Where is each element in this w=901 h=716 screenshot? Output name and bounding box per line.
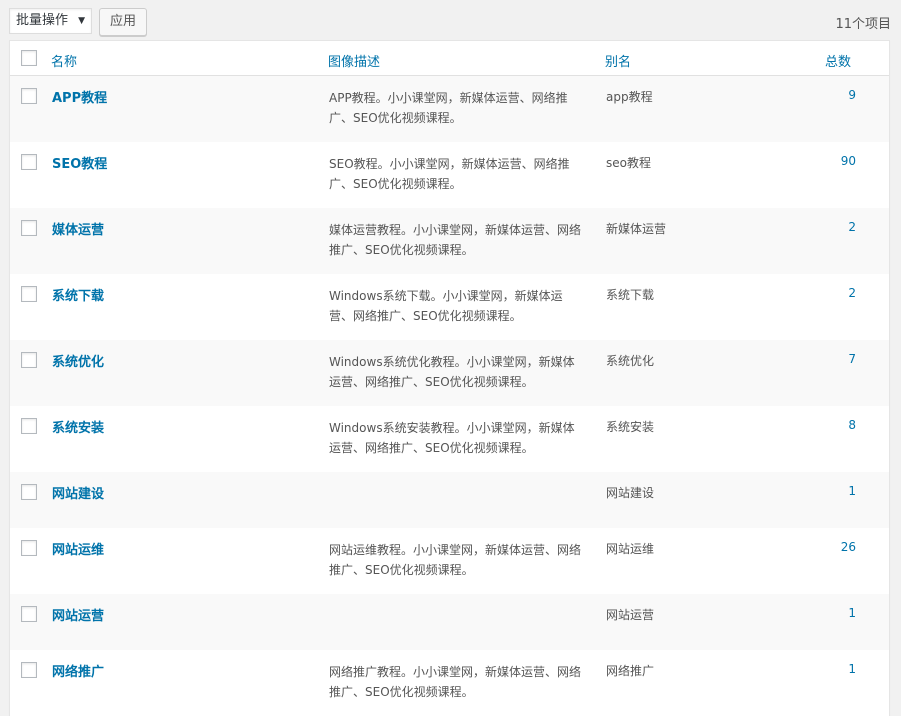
table-header: 名称 图像描述 别名 总数 — [10, 41, 889, 76]
chevron-down-icon: ▼ — [78, 16, 85, 26]
term-slug: 网站运维 — [606, 542, 655, 556]
row-checkbox[interactable] — [21, 418, 37, 434]
row-checkbox[interactable] — [21, 484, 37, 500]
term-slug: seo教程 — [606, 156, 651, 170]
row-checkbox[interactable] — [21, 662, 37, 678]
term-name-link[interactable]: 网站运维 — [52, 539, 104, 558]
apply-button[interactable]: 应用 — [99, 8, 147, 36]
term-name-link[interactable]: 网站运营 — [52, 605, 104, 624]
table-row: 系统安装 Windows系统安装教程。小小课堂网，新媒体运营、网络推广、SEO优… — [10, 406, 889, 472]
column-slug[interactable]: 别名 — [605, 51, 631, 70]
term-description: APP教程。小小课堂网，新媒体运营、网络推广、SEO优化视频课程。 — [329, 91, 568, 125]
table-row: 媒体运营 媒体运营教程。小小课堂网，新媒体运营、网络推广、SEO优化视频课程。 … — [10, 208, 889, 274]
term-slug: 系统优化 — [606, 354, 655, 368]
top-tablenav: 批量操作 ▼ 应用 11个项目 — [0, 0, 901, 40]
term-slug: 系统下载 — [606, 288, 655, 302]
term-slug: 系统安装 — [606, 420, 655, 434]
row-checkbox[interactable] — [21, 352, 37, 368]
column-name[interactable]: 名称 — [51, 51, 77, 70]
term-name-link[interactable]: 系统安装 — [52, 417, 104, 436]
term-description: Windows系统下载。小小课堂网，新媒体运营、网络推广、SEO优化视频课程。 — [329, 289, 563, 323]
row-checkbox[interactable] — [21, 606, 37, 622]
table-row: 网站运营 网站运营 1 — [10, 594, 889, 650]
term-count-link[interactable]: 7 — [848, 352, 856, 366]
row-checkbox[interactable] — [21, 220, 37, 236]
term-description: SEO教程。小小课堂网，新媒体运营、网络推广、SEO优化视频课程。 — [329, 157, 570, 191]
row-checkbox[interactable] — [21, 286, 37, 302]
term-description: 网站运维教程。小小课堂网，新媒体运营、网络推广、SEO优化视频课程。 — [329, 543, 582, 577]
term-slug: 新媒体运营 — [606, 222, 667, 236]
row-checkbox[interactable] — [21, 154, 37, 170]
table-row: 网站建设 网站建设 1 — [10, 472, 889, 528]
column-count[interactable]: 总数 — [825, 51, 851, 70]
term-count-link[interactable]: 2 — [848, 286, 856, 300]
term-slug: 网络推广 — [606, 664, 655, 678]
term-name-link[interactable]: 系统下载 — [52, 285, 104, 304]
term-slug: 网站建设 — [606, 486, 655, 500]
bulk-action-label: 批量操作 — [16, 13, 69, 28]
items-count: 11个项目 — [835, 17, 891, 32]
table-row: 系统下载 Windows系统下载。小小课堂网，新媒体运营、网络推广、SEO优化视… — [10, 274, 889, 340]
bulk-action-select[interactable]: 批量操作 ▼ — [9, 8, 92, 34]
term-count-link[interactable]: 8 — [848, 418, 856, 432]
term-name-link[interactable]: 媒体运营 — [52, 219, 104, 238]
term-count-link[interactable]: 90 — [841, 154, 856, 168]
term-description: 网络推广教程。小小课堂网，新媒体运营、网络推广、SEO优化视频课程。 — [329, 665, 582, 699]
term-count-link[interactable]: 1 — [848, 662, 856, 676]
term-description: Windows系统安装教程。小小课堂网，新媒体运营、网络推广、SEO优化视频课程… — [329, 421, 575, 455]
select-all-checkbox[interactable] — [21, 50, 37, 66]
term-name-link[interactable]: 网站建设 — [52, 483, 104, 502]
term-count-link[interactable]: 9 — [848, 88, 856, 102]
table-row: 网络推广 网络推广教程。小小课堂网，新媒体运营、网络推广、SEO优化视频课程。 … — [10, 650, 889, 716]
table-row: APP教程 APP教程。小小课堂网，新媒体运营、网络推广、SEO优化视频课程。 … — [10, 76, 889, 142]
table-row: 网站运维 网站运维教程。小小课堂网，新媒体运营、网络推广、SEO优化视频课程。 … — [10, 528, 889, 594]
row-checkbox[interactable] — [21, 88, 37, 104]
term-count-link[interactable]: 26 — [841, 540, 856, 554]
table-row: SEO教程 SEO教程。小小课堂网，新媒体运营、网络推广、SEO优化视频课程。 … — [10, 142, 889, 208]
term-name-link[interactable]: APP教程 — [52, 87, 107, 106]
table-row: 系统优化 Windows系统优化教程。小小课堂网，新媒体运营、网络推广、SEO优… — [10, 340, 889, 406]
term-slug: app教程 — [606, 90, 653, 104]
term-name-link[interactable]: 网络推广 — [52, 661, 104, 680]
term-description: Windows系统优化教程。小小课堂网，新媒体运营、网络推广、SEO优化视频课程… — [329, 355, 575, 389]
term-slug: 网站运营 — [606, 608, 655, 622]
term-count-link[interactable]: 1 — [848, 606, 856, 620]
column-description[interactable]: 图像描述 — [328, 51, 380, 70]
term-name-link[interactable]: SEO教程 — [52, 153, 107, 172]
row-checkbox[interactable] — [21, 540, 37, 556]
term-count-link[interactable]: 2 — [848, 220, 856, 234]
categories-table: 名称 图像描述 别名 总数 APP教程 APP教程。小小课堂网，新媒体运营、网络… — [9, 40, 890, 716]
term-description: 媒体运营教程。小小课堂网，新媒体运营、网络推广、SEO优化视频课程。 — [329, 223, 582, 257]
term-name-link[interactable]: 系统优化 — [52, 351, 104, 370]
term-count-link[interactable]: 1 — [848, 484, 856, 498]
page: 批量操作 ▼ 应用 11个项目 名称 图像描述 别名 总数 APP教程 APP教… — [0, 0, 901, 716]
